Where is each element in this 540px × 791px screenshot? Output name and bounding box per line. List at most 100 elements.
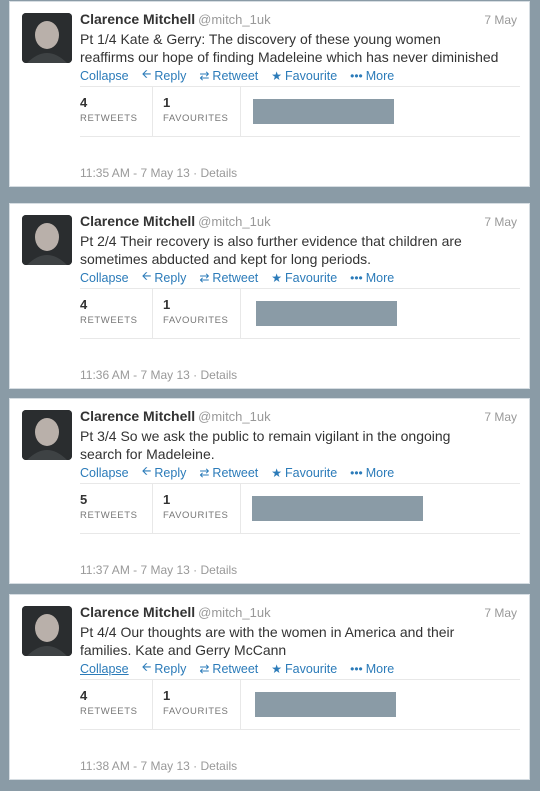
avatar[interactable] (22, 215, 72, 265)
tweet-timestamp[interactable]: 11:36 AM - 7 May 13 · Details (80, 368, 237, 382)
favourite-button[interactable]: ★ Favourite (271, 69, 337, 83)
retweet-button[interactable]: ⇄ Retweet (199, 466, 258, 480)
favourite-star-icon: ★ (271, 68, 283, 83)
tweet-timestamp[interactable]: 11:38 AM - 7 May 13 · Details (80, 759, 237, 773)
stats-divider (240, 289, 241, 338)
favourites-label: FAVOURITES (163, 510, 229, 521)
author-handle[interactable]: @mitch_1uk (198, 409, 270, 424)
tweet-actions: Collapse 🡨 Reply ⇄ Retweet ★ Favourite ••• M… (80, 267, 394, 288)
tweet-timestamp[interactable]: 11:35 AM - 7 May 13 · Details (80, 166, 237, 180)
author-handle[interactable]: @mitch_1uk (198, 12, 270, 27)
collapse-link[interactable]: Collapse (80, 69, 129, 83)
tweet-timestamp[interactable]: 11:37 AM - 7 May 13 · Details (80, 563, 237, 577)
collapse-link[interactable]: Collapse (80, 271, 129, 285)
tweet-card[interactable]: Clarence Mitchell @mitch_1uk 7 May Pt 3/4… (9, 398, 530, 584)
retweet-label: Retweet (212, 465, 259, 480)
tweet-text-line: Pt 1/4 Kate & Gerry: The discovery of th… (80, 31, 441, 47)
reply-label: Reply (154, 68, 187, 83)
tweet-text: Pt 1/4 Kate & Gerry: The discovery of th… (80, 30, 520, 66)
author-handle[interactable]: @mitch_1uk (198, 214, 270, 229)
reply-label: Reply (154, 270, 187, 285)
author-display-name[interactable]: Clarence Mitchell (80, 11, 195, 27)
favourites-count: 1 (163, 688, 171, 703)
reply-button[interactable]: 🡨 Reply (142, 462, 187, 483)
tweet-date[interactable]: 7 May (484, 606, 517, 620)
retweets-count: 5 (80, 492, 88, 507)
stats-divider (152, 289, 153, 338)
tweet-date[interactable]: 7 May (484, 215, 517, 229)
tweet-card[interactable]: Clarence Mitchell @mitch_1uk 7 May Pt 4/4… (9, 594, 530, 780)
more-button[interactable]: ••• More (350, 69, 394, 83)
more-label: More (365, 661, 395, 676)
retweet-button[interactable]: ⇄ Retweet (199, 69, 258, 83)
tweet-actions: Collapse 🡨 Reply ⇄ Retweet ★ Favourite ••• M… (80, 658, 394, 679)
reply-icon: 🡨 (141, 67, 152, 81)
favourite-label: Favourite (285, 661, 338, 676)
favourites-label: FAVOURITES (163, 706, 229, 717)
retweets-label: RETWEETS (80, 510, 138, 521)
retweet-icon: ⇄ (199, 270, 210, 285)
author-display-name[interactable]: Clarence Mitchell (80, 604, 195, 620)
tweet-date[interactable]: 7 May (484, 410, 517, 424)
reply-label: Reply (154, 661, 187, 676)
more-button[interactable]: ••• More (350, 466, 394, 480)
retweets-label: RETWEETS (80, 315, 138, 326)
tweet-card[interactable]: Clarence Mitchell @mitch_1uk 7 May Pt 1/4… (9, 1, 530, 187)
favourites-count: 1 (163, 95, 171, 110)
author-name[interactable]: Clarence Mitchell @mitch_1uk (80, 604, 271, 620)
more-dots-icon: ••• (350, 661, 363, 676)
avatar[interactable] (22, 606, 72, 656)
reply-icon: 🡨 (141, 464, 152, 478)
favourite-button[interactable]: ★ Favourite (271, 271, 337, 285)
more-label: More (365, 68, 395, 83)
more-dots-icon: ••• (350, 270, 363, 285)
tweet-text-line: reaffirms our hope of finding Madeleine … (80, 49, 499, 65)
retweet-icon: ⇄ (199, 661, 210, 676)
tweet-text-line: search for Madeleine. (80, 446, 215, 462)
retweets-count: 4 (80, 297, 88, 312)
tweet-stats: 4 RETWEETS 1 FAVOURITES (80, 288, 520, 339)
stats-divider (240, 87, 241, 136)
author-handle[interactable]: @mitch_1uk (198, 605, 270, 620)
more-button[interactable]: ••• More (350, 271, 394, 285)
reply-button[interactable]: 🡨 Reply (142, 658, 187, 679)
more-button[interactable]: ••• More (350, 662, 394, 676)
stats-divider (152, 484, 153, 533)
tweet-card[interactable]: Clarence Mitchell @mitch_1uk 7 May Pt 2/4… (9, 203, 530, 389)
reply-button[interactable]: 🡨 Reply (142, 267, 187, 288)
redacted-avatars (255, 692, 396, 717)
collapse-link[interactable]: Collapse (80, 662, 129, 676)
stats-divider (240, 484, 241, 533)
favourite-label: Favourite (285, 270, 338, 285)
tweet-actions: Collapse 🡨 Reply ⇄ Retweet ★ Favourite ••• M… (80, 65, 394, 86)
author-display-name[interactable]: Clarence Mitchell (80, 408, 195, 424)
collapse-link[interactable]: Collapse (80, 466, 129, 480)
favourites-count: 1 (163, 297, 171, 312)
author-name[interactable]: Clarence Mitchell @mitch_1uk (80, 11, 271, 27)
avatar[interactable] (22, 410, 72, 460)
more-dots-icon: ••• (350, 465, 363, 480)
tweet-stats: 4 RETWEETS 1 FAVOURITES (80, 86, 520, 137)
tweet-date[interactable]: 7 May (484, 13, 517, 27)
favourites-label: FAVOURITES (163, 113, 229, 124)
author-name[interactable]: Clarence Mitchell @mitch_1uk (80, 213, 271, 229)
favourite-button[interactable]: ★ Favourite (271, 662, 337, 676)
retweet-button[interactable]: ⇄ Retweet (199, 271, 258, 285)
tweet-text: Pt 3/4 So we ask the public to remain vi… (80, 427, 520, 463)
retweet-label: Retweet (212, 68, 259, 83)
stats-divider (152, 680, 153, 729)
retweet-button[interactable]: ⇄ Retweet (199, 662, 258, 676)
reply-button[interactable]: 🡨 Reply (142, 65, 187, 86)
tweet-stats: 4 RETWEETS 1 FAVOURITES (80, 679, 520, 730)
retweets-label: RETWEETS (80, 706, 138, 717)
favourite-button[interactable]: ★ Favourite (271, 466, 337, 480)
retweets-label: RETWEETS (80, 113, 138, 124)
author-name[interactable]: Clarence Mitchell @mitch_1uk (80, 408, 271, 424)
retweet-label: Retweet (212, 661, 259, 676)
reply-icon: 🡨 (141, 660, 152, 674)
avatar[interactable] (22, 13, 72, 63)
favourite-star-icon: ★ (271, 661, 283, 676)
redacted-avatars (253, 99, 394, 124)
author-display-name[interactable]: Clarence Mitchell (80, 213, 195, 229)
more-label: More (365, 465, 395, 480)
